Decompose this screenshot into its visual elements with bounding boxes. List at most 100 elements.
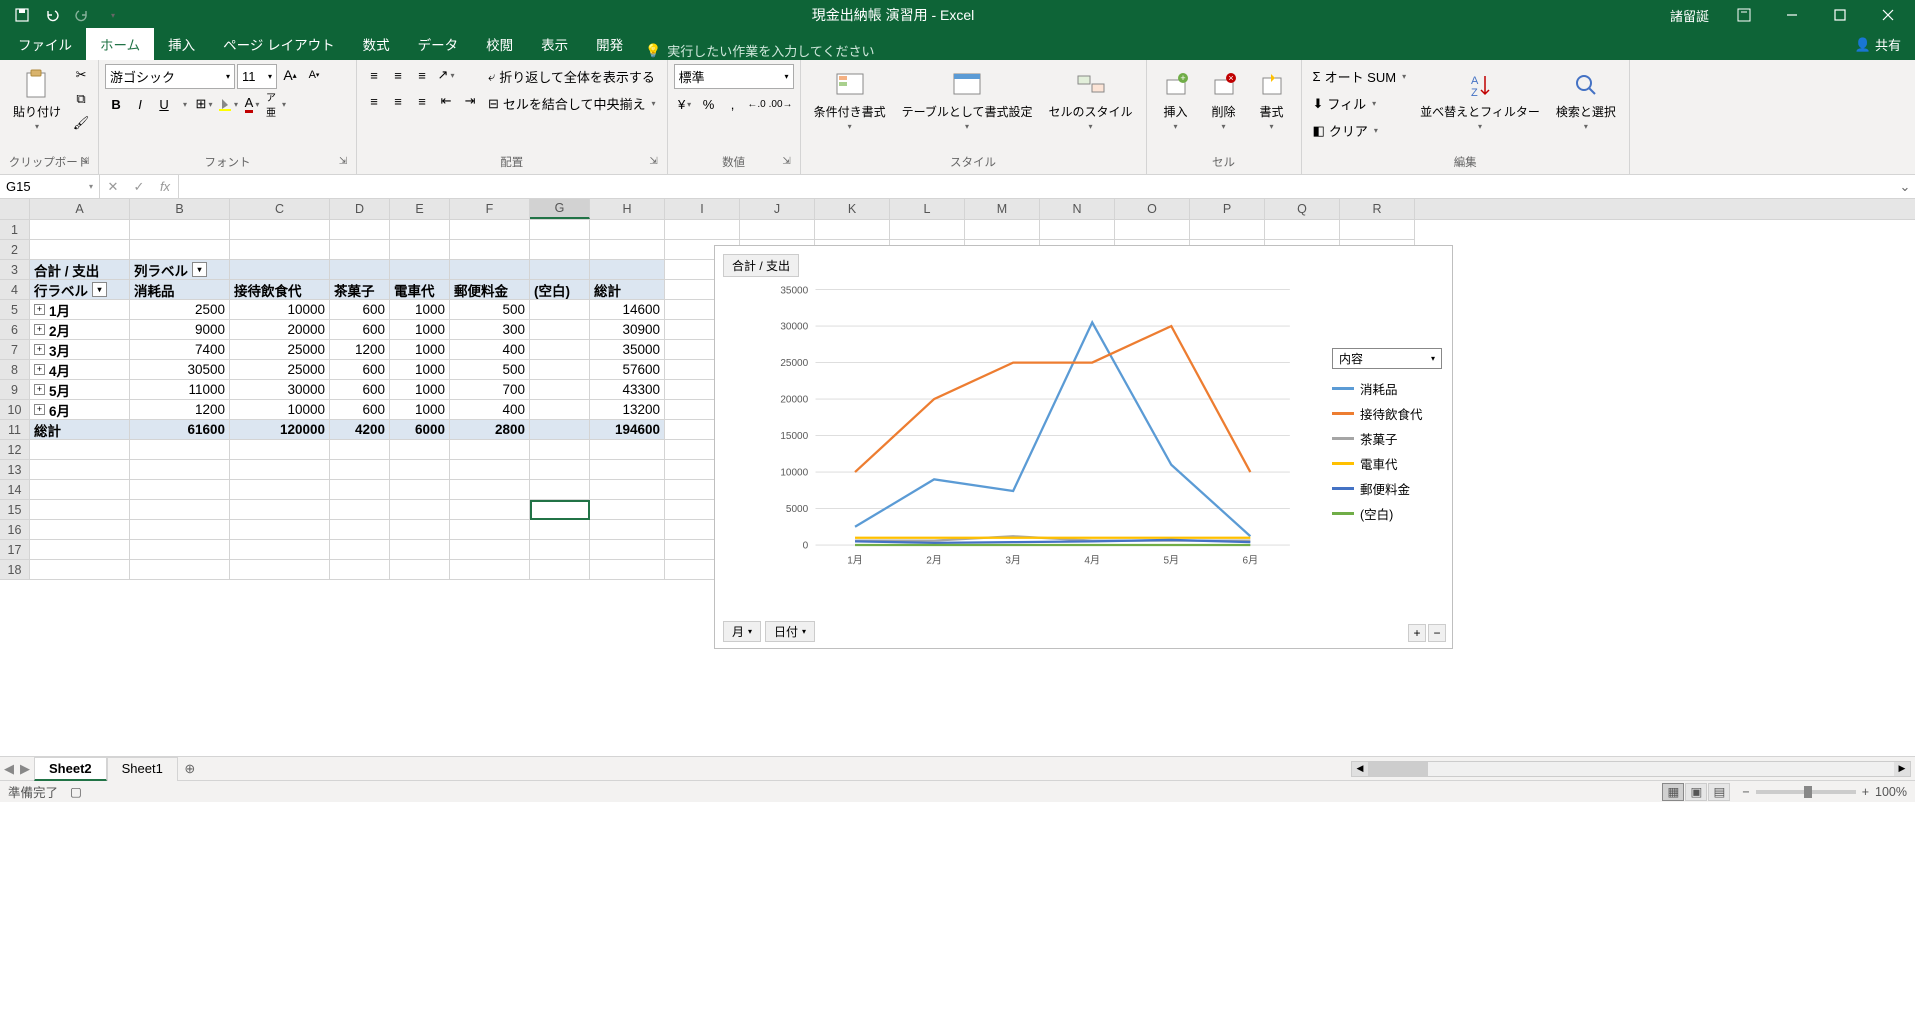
cell[interactable]: 7400 bbox=[130, 340, 230, 360]
cell[interactable] bbox=[30, 540, 130, 560]
prev-sheet-icon[interactable]: ◀ bbox=[4, 761, 14, 777]
cell[interactable]: +2月 bbox=[30, 320, 130, 340]
cell[interactable] bbox=[230, 540, 330, 560]
pivot-chart[interactable]: 合計 / 支出 05000100001500020000250003000035… bbox=[714, 245, 1453, 649]
col-header-H[interactable]: H bbox=[590, 199, 665, 219]
cell[interactable] bbox=[1340, 220, 1415, 240]
cell[interactable]: 400 bbox=[450, 400, 530, 420]
select-all-corner[interactable] bbox=[0, 199, 30, 219]
tab-pagelayout[interactable]: ページ レイアウト bbox=[209, 28, 348, 60]
col-header-D[interactable]: D bbox=[330, 199, 390, 219]
col-header-G[interactable]: G bbox=[530, 199, 590, 219]
cell[interactable]: 30000 bbox=[230, 380, 330, 400]
redo-icon[interactable] bbox=[68, 1, 96, 29]
cell[interactable] bbox=[230, 260, 330, 280]
expand-icon[interactable]: + bbox=[34, 404, 45, 415]
cell[interactable] bbox=[390, 560, 450, 580]
cell[interactable]: +6月 bbox=[30, 400, 130, 420]
cut-icon[interactable]: ✂ bbox=[70, 64, 92, 86]
cell[interactable] bbox=[30, 220, 130, 240]
cell[interactable]: 61600 bbox=[130, 420, 230, 440]
indent-increase-icon[interactable]: ⇥ bbox=[459, 90, 481, 112]
cell[interactable] bbox=[530, 540, 590, 560]
row-header-17[interactable]: 17 bbox=[0, 540, 30, 560]
tab-file[interactable]: ファイル bbox=[4, 28, 86, 60]
cell[interactable]: 600 bbox=[330, 400, 390, 420]
cell[interactable] bbox=[130, 480, 230, 500]
align-center-icon[interactable]: ≡ bbox=[387, 90, 409, 112]
italic-icon[interactable]: I bbox=[129, 93, 151, 115]
cell[interactable] bbox=[530, 400, 590, 420]
tab-developer[interactable]: 開発 bbox=[582, 28, 637, 60]
cell[interactable] bbox=[530, 340, 590, 360]
cell[interactable]: 25000 bbox=[230, 340, 330, 360]
cell[interactable] bbox=[450, 460, 530, 480]
cell[interactable]: 600 bbox=[330, 300, 390, 320]
clear-button[interactable]: ◧クリア bbox=[1308, 118, 1412, 143]
scroll-right-icon[interactable]: ▶ bbox=[1894, 762, 1910, 776]
cell[interactable] bbox=[130, 440, 230, 460]
cell[interactable] bbox=[590, 240, 665, 260]
cell[interactable]: 1200 bbox=[130, 400, 230, 420]
row-header-1[interactable]: 1 bbox=[0, 220, 30, 240]
tab-view[interactable]: 表示 bbox=[527, 28, 582, 60]
cell[interactable]: 1200 bbox=[330, 340, 390, 360]
fx-icon[interactable]: fx bbox=[152, 175, 178, 198]
cell[interactable] bbox=[330, 500, 390, 520]
cell[interactable] bbox=[530, 300, 590, 320]
cell[interactable] bbox=[330, 520, 390, 540]
row-header-3[interactable]: 3 bbox=[0, 260, 30, 280]
cell[interactable] bbox=[230, 240, 330, 260]
cell[interactable] bbox=[390, 460, 450, 480]
cell[interactable] bbox=[390, 500, 450, 520]
cell[interactable] bbox=[450, 480, 530, 500]
cell[interactable] bbox=[530, 360, 590, 380]
col-header-I[interactable]: I bbox=[665, 199, 740, 219]
align-middle-icon[interactable]: ≡ bbox=[387, 64, 409, 86]
font-size-combo[interactable]: 11▾ bbox=[237, 64, 277, 89]
cell[interactable]: 400 bbox=[450, 340, 530, 360]
cell[interactable] bbox=[590, 460, 665, 480]
cell[interactable] bbox=[530, 380, 590, 400]
sheet-tab-Sheet2[interactable]: Sheet2 bbox=[34, 757, 107, 781]
enter-icon[interactable]: ✓ bbox=[126, 175, 152, 198]
col-header-A[interactable]: A bbox=[30, 199, 130, 219]
cell[interactable]: 20000 bbox=[230, 320, 330, 340]
cell[interactable] bbox=[330, 220, 390, 240]
orientation-icon[interactable]: ↗ bbox=[435, 64, 457, 86]
col-header-O[interactable]: O bbox=[1115, 199, 1190, 219]
row-header-15[interactable]: 15 bbox=[0, 500, 30, 520]
cell[interactable]: 1000 bbox=[390, 340, 450, 360]
row-header-13[interactable]: 13 bbox=[0, 460, 30, 480]
new-sheet-icon[interactable]: ⊕ bbox=[178, 761, 202, 777]
cell[interactable] bbox=[740, 220, 815, 240]
fill-color-icon[interactable] bbox=[217, 93, 239, 115]
cell[interactable]: 6000 bbox=[390, 420, 450, 440]
legend-item[interactable]: 消耗品 bbox=[1332, 379, 1442, 398]
cell[interactable]: 300 bbox=[450, 320, 530, 340]
format-table-button[interactable]: テーブルとして書式設定▾ bbox=[895, 64, 1040, 136]
cell[interactable] bbox=[590, 480, 665, 500]
cell[interactable]: 総計 bbox=[30, 420, 130, 440]
tab-insert[interactable]: 挿入 bbox=[154, 28, 209, 60]
minimize-icon[interactable] bbox=[1769, 0, 1815, 30]
undo-icon[interactable] bbox=[38, 1, 66, 29]
expand-formula-bar-icon[interactable]: ⌄ bbox=[1895, 179, 1915, 195]
cell[interactable]: 列ラベル▾ bbox=[130, 260, 230, 280]
row-header-9[interactable]: 9 bbox=[0, 380, 30, 400]
cell[interactable]: 電車代 bbox=[390, 280, 450, 300]
chart-legend[interactable]: 内容▾ 消耗品接待飲食代茶菓子電車代郵便料金(空白) bbox=[1332, 348, 1442, 529]
cell[interactable] bbox=[330, 440, 390, 460]
page-layout-view-icon[interactable]: ▣ bbox=[1685, 783, 1707, 801]
cell[interactable] bbox=[590, 260, 665, 280]
cell[interactable] bbox=[530, 220, 590, 240]
cell-styles-button[interactable]: セルのスタイル▾ bbox=[1042, 64, 1140, 136]
cell[interactable] bbox=[1190, 220, 1265, 240]
merge-button[interactable]: ⊟セルを結合して中央揃え bbox=[483, 91, 661, 116]
cell[interactable]: 10000 bbox=[230, 400, 330, 420]
cell[interactable] bbox=[530, 560, 590, 580]
cell[interactable] bbox=[230, 460, 330, 480]
cell[interactable] bbox=[450, 240, 530, 260]
cell[interactable]: 4200 bbox=[330, 420, 390, 440]
autosum-button[interactable]: Σオート SUM bbox=[1308, 64, 1412, 89]
